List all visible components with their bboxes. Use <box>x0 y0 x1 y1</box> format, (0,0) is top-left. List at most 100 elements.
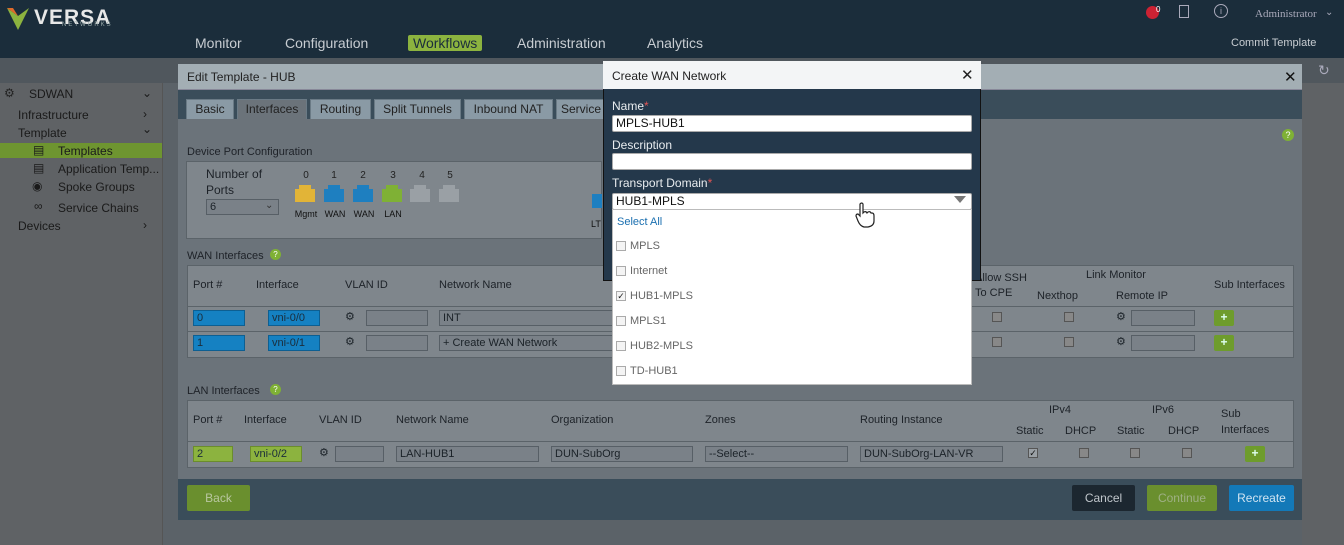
user-menu[interactable]: Administrator <box>1255 8 1317 20</box>
allow-ssh-checkbox[interactable] <box>992 312 1002 322</box>
option-checkbox[interactable] <box>616 266 626 276</box>
zones-select[interactable]: --Select-- <box>705 446 848 462</box>
cancel-button[interactable]: Cancel <box>1072 485 1135 511</box>
caret-down-icon[interactable] <box>954 196 966 203</box>
sidebar-item-spoke-groups[interactable]: Spoke Groups <box>58 180 135 194</box>
allow-ssh-checkbox[interactable] <box>992 337 1002 347</box>
port-number: 4 <box>419 170 425 181</box>
chevron-down-icon[interactable]: ⌄ <box>142 122 152 136</box>
transport-domain-select[interactable]: HUB1-MPLS <box>612 193 972 210</box>
required-marker: * <box>707 176 713 190</box>
close-icon[interactable]: ✕ <box>961 66 974 84</box>
sidebar-item-application-templates[interactable]: Application Temp... <box>58 162 159 176</box>
ethernet-port-icon[interactable] <box>294 181 316 203</box>
vlan-id-input[interactable] <box>366 335 428 351</box>
tab-service[interactable]: Service <box>556 99 606 119</box>
gear-icon[interactable]: ⚙ <box>319 446 329 459</box>
remote-ip-input[interactable] <box>1131 335 1195 351</box>
transport-domain-option[interactable]: Internet <box>630 265 667 277</box>
chevron-down-icon: ⌄ <box>265 200 274 211</box>
sidebar-item-service-chains[interactable]: Service Chains <box>58 201 139 215</box>
transport-domain-option[interactable]: HUB2-MPLS <box>630 340 693 352</box>
gear-icon[interactable]: ⚙ <box>1116 310 1126 323</box>
nav-analytics[interactable]: Analytics <box>647 35 703 51</box>
option-checkbox[interactable] <box>616 341 626 351</box>
chevron-down-icon[interactable]: ⌄ <box>142 86 152 100</box>
close-icon[interactable]: ✕ <box>1284 68 1297 86</box>
option-checkbox[interactable] <box>616 366 626 376</box>
column-header: Sub Interfaces <box>1221 408 1270 436</box>
ipv6-dhcp-checkbox[interactable] <box>1182 448 1192 458</box>
chevron-right-icon[interactable]: › <box>143 107 147 121</box>
option-checkbox[interactable]: ✓ <box>616 291 626 301</box>
continue-button[interactable]: Continue <box>1147 485 1217 511</box>
help-icon[interactable]: ? <box>270 249 281 260</box>
chevron-down-icon[interactable]: ⌄ <box>1325 7 1333 18</box>
option-checkbox[interactable] <box>616 241 626 251</box>
tab-routing[interactable]: Routing <box>310 99 371 119</box>
ipv4-dhcp-checkbox[interactable] <box>1079 448 1089 458</box>
info-icon[interactable]: i <box>1214 4 1228 18</box>
transport-domain-option[interactable]: MPLS <box>630 240 660 252</box>
nexthop-checkbox[interactable] <box>1064 312 1074 322</box>
ethernet-port-icon[interactable] <box>438 181 460 203</box>
tab-inbound-nat[interactable]: Inbound NAT <box>464 99 553 119</box>
tab-interfaces[interactable]: Interfaces <box>237 99 307 119</box>
sidebar-item-templates[interactable]: Templates <box>58 144 113 158</box>
ethernet-port-icon[interactable] <box>323 181 345 203</box>
sidebar-item-template[interactable]: Template <box>18 126 67 140</box>
commit-template-link[interactable]: Commit Template <box>1231 37 1316 49</box>
column-header: Nexthop <box>1037 290 1078 302</box>
vlan-id-input[interactable] <box>335 446 384 462</box>
gear-icon[interactable]: ⚙ <box>345 335 355 348</box>
select-all-link[interactable]: Select All <box>617 216 662 228</box>
recreate-button[interactable]: Recreate <box>1229 485 1294 511</box>
wan-interface-value: vni-0/0 <box>268 310 320 326</box>
option-checkbox[interactable] <box>616 316 626 326</box>
refresh-icon[interactable]: ↻ <box>1318 62 1330 79</box>
column-header: VLAN ID <box>345 279 388 291</box>
description-input[interactable] <box>612 153 972 170</box>
ethernet-port-icon[interactable] <box>381 181 403 203</box>
network-name-select[interactable]: + Create WAN Network <box>439 335 614 351</box>
back-button[interactable]: Back <box>187 485 250 511</box>
lan-network-name-input[interactable]: LAN-HUB1 <box>396 446 539 462</box>
sidebar-item-devices[interactable]: Devices <box>18 219 61 233</box>
wan-port-input[interactable]: 1 <box>193 335 245 351</box>
column-header: IPv6 <box>1152 404 1175 416</box>
ethernet-port-icon[interactable] <box>409 181 431 203</box>
nexthop-checkbox[interactable] <box>1064 337 1074 347</box>
tab-split-tunnels[interactable]: Split Tunnels <box>374 99 461 119</box>
port-label: WAN <box>324 209 346 219</box>
gear-icon[interactable]: ⚙ <box>1116 335 1126 348</box>
chevron-right-icon[interactable]: › <box>143 218 147 232</box>
organization-select[interactable]: DUN-SubOrg <box>551 446 693 462</box>
nav-administration[interactable]: Administration <box>517 35 606 51</box>
nav-workflows[interactable]: Workflows <box>408 35 483 51</box>
remote-ip-input[interactable] <box>1131 310 1195 326</box>
ipv6-static-checkbox[interactable] <box>1130 448 1140 458</box>
add-subinterface-button[interactable]: + <box>1214 335 1234 351</box>
gear-icon[interactable]: ⚙ <box>345 310 355 323</box>
transport-domain-option[interactable]: TD-HUB1 <box>630 365 678 377</box>
name-input[interactable]: MPLS-HUB1 <box>612 115 972 132</box>
nav-monitor[interactable]: Monitor <box>195 35 242 51</box>
vlan-id-input[interactable] <box>366 310 428 326</box>
add-subinterface-button[interactable]: + <box>1245 446 1265 462</box>
transport-domain-option[interactable]: MPLS1 <box>630 315 666 327</box>
transport-domain-option[interactable]: HUB1-MPLS <box>630 290 693 302</box>
add-subinterface-button[interactable]: + <box>1214 310 1234 326</box>
lan-port-input[interactable]: 2 <box>193 446 233 462</box>
ethernet-port-icon[interactable] <box>352 181 374 203</box>
nav-configuration[interactable]: Configuration <box>285 35 368 51</box>
sidebar-item-infrastructure[interactable]: Infrastructure <box>18 108 89 122</box>
document-icon[interactable] <box>1179 5 1189 18</box>
wan-port-input[interactable]: 0 <box>193 310 245 326</box>
help-icon[interactable]: ? <box>1282 129 1294 141</box>
network-name-select[interactable]: INT <box>439 310 614 326</box>
sidebar-item-sdwan[interactable]: SDWAN <box>29 87 73 101</box>
tab-basic[interactable]: Basic <box>186 99 234 119</box>
ipv4-static-checkbox[interactable]: ✓ <box>1028 448 1038 458</box>
routing-instance-select[interactable]: DUN-SubOrg-LAN-VR <box>860 446 1003 462</box>
help-icon[interactable]: ? <box>270 384 281 395</box>
